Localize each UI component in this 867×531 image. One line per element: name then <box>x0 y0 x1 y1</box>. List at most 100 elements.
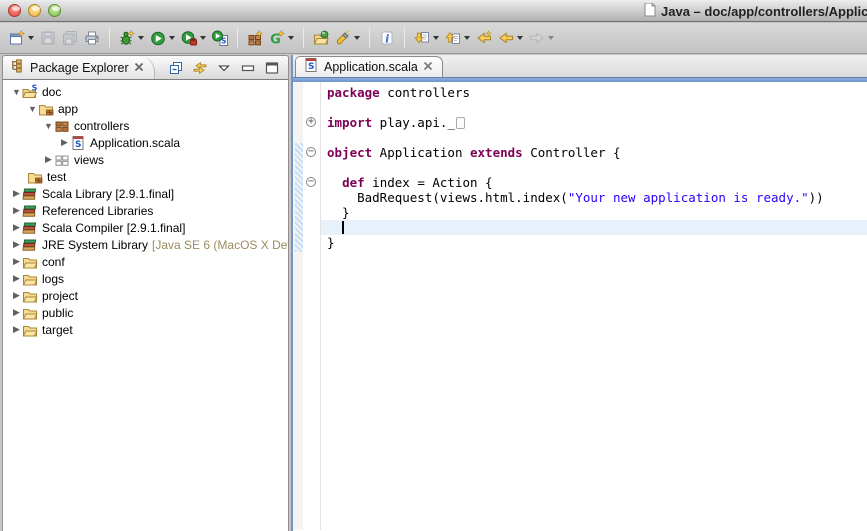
expand-arrow-icon[interactable]: ▶ <box>43 154 54 165</box>
close-window-button[interactable] <box>8 4 21 17</box>
dropdown-arrow-icon[interactable] <box>200 36 206 40</box>
tree-item-label: Scala Library [2.9.1.final] <box>39 187 174 201</box>
back-button[interactable] <box>496 28 525 48</box>
tree-item-project[interactable]: ▶project <box>3 287 288 304</box>
last-edit-location-button[interactable] <box>474 28 494 48</box>
package-empty-icon <box>54 152 71 168</box>
tree-item-test[interactable]: test <box>3 168 288 185</box>
svg-text:G: G <box>270 33 281 47</box>
expand-arrow-icon[interactable]: ▶ <box>11 239 22 250</box>
back-icon <box>498 30 514 46</box>
code-line <box>321 100 867 115</box>
expand-arrow-icon[interactable]: ▶ <box>11 222 22 233</box>
run-button[interactable] <box>148 28 177 48</box>
tree-item-scala-compiler-2-9-1-final[interactable]: ▶Scala Compiler [2.9.1.final] <box>3 219 288 236</box>
new-java-package-button[interactable] <box>245 28 265 48</box>
fold-expand-icon[interactable]: + <box>306 117 316 127</box>
tree-item-public[interactable]: ▶public <box>3 304 288 321</box>
dropdown-arrow-icon[interactable] <box>517 36 523 40</box>
library-icon <box>22 237 39 253</box>
expand-arrow-icon[interactable]: ▶ <box>11 324 22 335</box>
new-java-package-icon <box>247 30 263 46</box>
dropdown-arrow-icon[interactable] <box>464 36 470 40</box>
maximize-icon[interactable] <box>264 60 280 76</box>
tree-item-app[interactable]: ▼app <box>3 100 288 117</box>
print-button[interactable] <box>82 28 102 48</box>
new-scala-wizard-icon: G <box>269 30 285 46</box>
run-icon <box>150 30 166 46</box>
tree-item-label: Referenced Libraries <box>39 204 153 218</box>
document-proxy-icon <box>644 3 656 20</box>
new-scala-wizard-button[interactable]: G <box>267 28 296 48</box>
minimize-window-button[interactable] <box>28 4 41 17</box>
zoom-window-button[interactable] <box>48 4 61 17</box>
scala-file-icon: S <box>70 135 87 151</box>
tree-item-label: logs <box>39 272 64 286</box>
dropdown-arrow-icon[interactable] <box>354 36 360 40</box>
folder-icon <box>22 305 39 321</box>
expand-arrow-icon[interactable]: ▶ <box>11 205 22 216</box>
code-line: def index = Action { <box>321 175 867 190</box>
link-with-editor-icon[interactable] <box>192 60 208 76</box>
tree-item-label: conf <box>39 255 65 269</box>
toggle-mark-occurrences-button[interactable]: i <box>377 28 397 48</box>
dropdown-arrow-icon[interactable] <box>28 36 34 40</box>
window-title: Java – doc/app/controllers/Application.s… <box>661 4 867 19</box>
dropdown-arrow-icon[interactable] <box>288 36 294 40</box>
dropdown-arrow-icon[interactable] <box>433 36 439 40</box>
collapse-arrow-icon[interactable]: ▼ <box>27 104 38 114</box>
search-button[interactable] <box>333 28 362 48</box>
expand-arrow-icon[interactable]: ▶ <box>59 137 70 148</box>
tree-item-logs[interactable]: ▶ logs <box>3 270 288 287</box>
expand-arrow-icon[interactable]: ▶ <box>11 273 22 284</box>
expand-arrow-icon[interactable]: ▶ <box>11 290 22 301</box>
tree-item-jre-system-library[interactable]: ▶JRE System Library[Java SE 6 (MacOS X D… <box>3 236 288 253</box>
tree-item-conf[interactable]: ▶ conf <box>3 253 288 270</box>
tree-item-label: views <box>71 153 104 167</box>
folding-ruler[interactable]: + − − <box>303 82 321 530</box>
previous-annotation-button[interactable] <box>443 28 472 48</box>
annotation-ruler[interactable] <box>293 82 303 530</box>
fold-collapse-icon[interactable]: − <box>306 147 316 157</box>
close-view-icon[interactable] <box>134 59 144 77</box>
run-scala-application-icon: S <box>212 30 228 46</box>
editor-tab-bar: S Application.scala <box>293 55 867 77</box>
collapse-arrow-icon[interactable]: ▼ <box>11 87 22 97</box>
expand-arrow-icon[interactable]: ▶ <box>11 307 22 318</box>
tree-item-controllers[interactable]: ▼controllers <box>3 117 288 134</box>
tree-item-views[interactable]: ▶ views <box>3 151 288 168</box>
code-line-current <box>321 220 867 235</box>
open-resource-button[interactable] <box>311 28 331 48</box>
run-scala-application-button[interactable]: S <box>210 28 230 48</box>
tree-item-referenced-libraries[interactable]: ▶ Referenced Libraries <box>3 202 288 219</box>
collapse-all-icon[interactable] <box>168 60 184 76</box>
collapse-arrow-icon[interactable]: ▼ <box>43 121 54 131</box>
view-menu-icon[interactable] <box>216 60 232 76</box>
package-explorer-tab[interactable]: Package Explorer <box>3 56 155 79</box>
fold-collapse-icon[interactable]: − <box>306 177 316 187</box>
dropdown-arrow-icon[interactable] <box>548 36 554 40</box>
debug-button[interactable] <box>117 28 146 48</box>
tree-item-doc[interactable]: ▼Sdoc <box>3 83 288 100</box>
library-icon <box>22 186 39 202</box>
expand-arrow-icon[interactable]: ▶ <box>11 256 22 267</box>
minimize-icon[interactable] <box>240 60 256 76</box>
code-text-area[interactable]: package controllersimport play.api._obje… <box>321 82 867 530</box>
editor-area: S Application.scala + − − package controll… <box>291 55 867 531</box>
editor-tab-application-scala[interactable]: S Application.scala <box>295 56 443 77</box>
close-tab-icon[interactable] <box>423 58 433 76</box>
folder-icon <box>22 288 39 304</box>
dropdown-arrow-icon[interactable] <box>138 36 144 40</box>
expand-arrow-icon[interactable]: ▶ <box>11 188 22 199</box>
toggle-mark-occurrences-icon: i <box>379 30 395 46</box>
new-wizard-button[interactable] <box>7 28 36 48</box>
library-icon <box>22 203 39 219</box>
dropdown-arrow-icon[interactable] <box>169 36 175 40</box>
run-external-tools-icon <box>181 30 197 46</box>
run-external-tools-button[interactable] <box>179 28 208 48</box>
save-button <box>38 28 58 48</box>
tree-item-target[interactable]: ▶target <box>3 321 288 338</box>
tree-item-scala-library-2-9-1-final[interactable]: ▶ Scala Library [2.9.1.final] <box>3 185 288 202</box>
next-annotation-button[interactable] <box>412 28 441 48</box>
tree-item-application-scala[interactable]: ▶SApplication.scala <box>3 134 288 151</box>
